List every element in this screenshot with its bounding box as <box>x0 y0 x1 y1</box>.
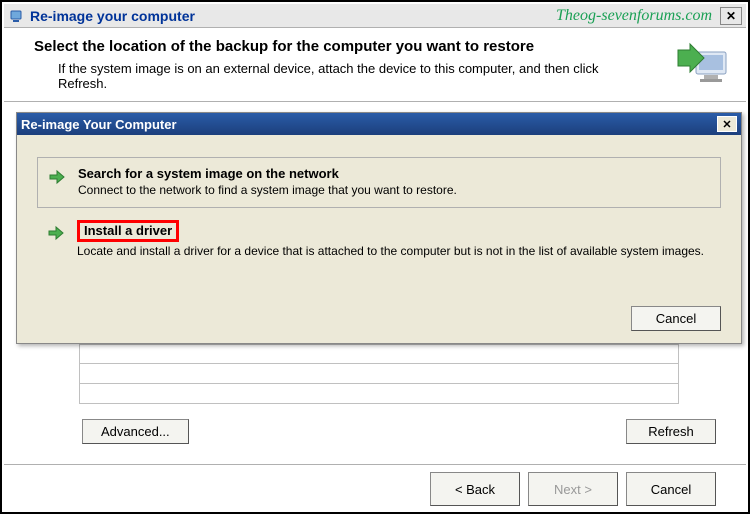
wizard-footer: < Back Next > Cancel <box>4 472 746 506</box>
dialog-body: Search for a system image on the network… <box>17 135 741 283</box>
wizard-window: Re-image your computer Theog-sevenforums… <box>4 4 746 510</box>
table-row[interactable] <box>79 344 679 364</box>
dialog-close-button[interactable]: ✕ <box>717 116 737 132</box>
dialog-footer: Cancel <box>623 306 721 331</box>
option-search-network[interactable]: Search for a system image on the network… <box>37 157 721 208</box>
wizard-header: Select the location of the backup for th… <box>4 28 746 102</box>
option-install-driver[interactable]: Install a driver Locate and install a dr… <box>37 214 721 268</box>
table-row[interactable] <box>79 384 679 404</box>
table-row[interactable] <box>79 364 679 384</box>
option-title: Search for a system image on the network <box>78 166 710 181</box>
dialog-cancel-button[interactable]: Cancel <box>631 306 721 331</box>
refresh-button[interactable]: Refresh <box>626 419 716 444</box>
wizard-heading: Select the location of the backup for th… <box>34 38 726 55</box>
advanced-button[interactable]: Advanced... <box>82 419 189 444</box>
wizard-close-button[interactable]: ✕ <box>720 7 742 25</box>
image-list-table <box>79 344 679 404</box>
wizard-mid-buttons: Advanced... Refresh <box>74 419 716 444</box>
option-desc: Connect to the network to find a system … <box>78 183 710 199</box>
dialog-title: Re-image Your Computer <box>21 117 177 132</box>
highlight-annotation: Install a driver <box>77 220 179 242</box>
cancel-button[interactable]: Cancel <box>626 472 716 506</box>
dialog-titlebar: Re-image Your Computer ✕ <box>17 113 741 135</box>
window-icon <box>8 8 24 24</box>
option-title-highlighted: Install a driver <box>77 220 711 242</box>
next-button: Next > <box>528 472 618 506</box>
footer-separator <box>4 464 746 465</box>
wizard-titlebar: Re-image your computer Theog-sevenforums… <box>4 4 746 28</box>
arrow-right-icon <box>48 168 66 189</box>
option-title: Install a driver <box>84 223 172 238</box>
watermark-text: Theog-sevenforums.com <box>556 7 712 25</box>
wizard-title: Re-image your computer <box>30 8 195 24</box>
wizard-description: If the system image is on an external de… <box>58 61 646 91</box>
option-desc: Locate and install a driver for a device… <box>77 244 711 260</box>
arrow-right-icon <box>47 224 65 245</box>
advanced-dialog: Re-image Your Computer ✕ Search for a sy… <box>16 112 742 344</box>
back-button[interactable]: < Back <box>430 472 520 506</box>
restore-computer-icon <box>674 42 734 92</box>
